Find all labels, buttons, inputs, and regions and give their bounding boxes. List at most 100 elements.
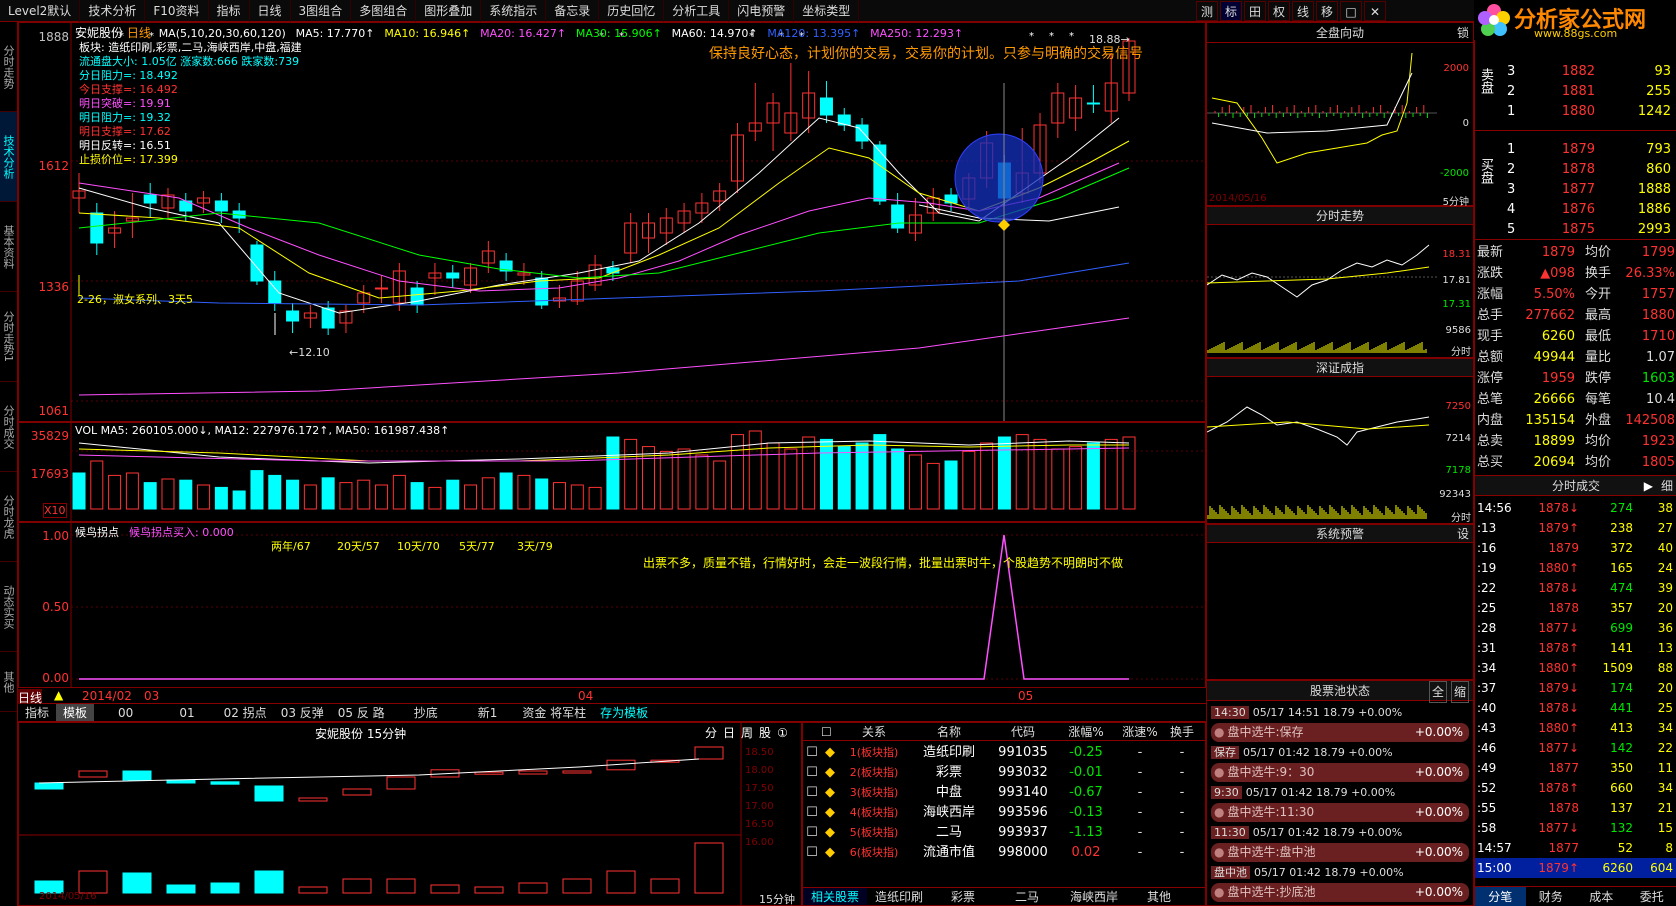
tab-fund-general[interactable]: 资金 将军柱 xyxy=(515,704,593,721)
row-checkbox[interactable]: ☐ xyxy=(803,743,821,763)
tab-paper-printing[interactable]: 造纸印刷 xyxy=(867,888,931,905)
pool-bar[interactable]: ● 盘中选牛:盘中池 +0.00% xyxy=(1211,843,1469,862)
intraday-panel[interactable]: 分时走势 18.31 17.81 17.31 9586 分时 xyxy=(1206,206,1474,358)
row-checkbox[interactable]: ☐ xyxy=(803,763,821,783)
tab-dragon-tiger[interactable]: 分时龙虎 xyxy=(0,472,17,562)
kline-panel[interactable]: * * * * * * * * * * 安妮股份 日线 MA(5,10,20,30,60,120)… xyxy=(18,22,1206,422)
tab-other-related[interactable]: 其他 xyxy=(1129,888,1189,905)
related-row[interactable]: ☐ ◆ 5(板块指) 二马 993937 -1.13 - - xyxy=(803,823,1205,843)
tab-orders[interactable]: 委托 xyxy=(1627,887,1676,906)
sub-15min-chart[interactable]: 18.50 18.00 17.50 17.00 16.50 16.00 xyxy=(19,723,801,905)
tab-strait-west[interactable]: 海峡西岸 xyxy=(1059,888,1129,905)
pool-bar[interactable]: ● 盘中选牛:9：30 +0.00% xyxy=(1211,763,1469,782)
row-checkbox[interactable]: ☐ xyxy=(803,843,821,863)
tab-lottery[interactable]: 彩票 xyxy=(931,888,995,905)
tab-05-road[interactable]: 05 反 路 xyxy=(331,704,392,721)
row-checkbox[interactable]: ☐ xyxy=(803,783,821,803)
grid-button[interactable]: 田 xyxy=(1244,0,1266,21)
pool-collapse-button[interactable]: 缩 xyxy=(1450,681,1469,703)
menu-analysis-tools[interactable]: 分析工具 xyxy=(664,0,730,22)
sub-chart-panel[interactable]: 18.50 18.00 17.50 17.00 16.50 16.00 安妮股份 15分钟… xyxy=(18,722,802,906)
alert-settings-button[interactable]: 设 xyxy=(1457,525,1469,543)
related-row[interactable]: ☐ ◆ 3(板块指) 中盘 993140 -0.67 - - xyxy=(803,783,1205,803)
menu-system-indicator[interactable]: 系统指示 xyxy=(481,0,547,22)
tab-tech-analysis[interactable]: 技术分析 xyxy=(0,112,17,202)
move-button[interactable]: 移 xyxy=(1316,0,1338,21)
tab-intraday[interactable]: 分时走势 xyxy=(0,22,17,112)
tab-other[interactable]: 其他 xyxy=(0,652,17,712)
menu-overlay[interactable]: 图形叠加 xyxy=(416,0,482,22)
system-alert-panel[interactable]: 系统预警 设 xyxy=(1206,524,1474,680)
pool-bar[interactable]: ● 盘中选牛:11:30 +0.00% xyxy=(1211,803,1469,822)
volume-chart[interactable] xyxy=(19,423,1205,521)
col-change[interactable]: 涨幅% xyxy=(1057,723,1115,740)
close-button[interactable]: ✕ xyxy=(1364,0,1386,21)
related-row[interactable]: ☐ ◆ 6(板块指) 流通市值 998000 0.02 - - xyxy=(803,843,1205,863)
menu-f10[interactable]: F10资料 xyxy=(145,0,209,22)
tab-00[interactable]: 00 xyxy=(94,706,157,720)
tab-new1[interactable]: 新1 xyxy=(460,704,516,721)
menu-multi-chart[interactable]: 多图组合 xyxy=(351,0,417,22)
lock-button[interactable]: 锁 xyxy=(1457,23,1469,43)
pool-all-button[interactable]: 全 xyxy=(1428,681,1447,703)
col-code[interactable]: 代码 xyxy=(989,723,1057,740)
tab-03-rebound[interactable]: 03 反弹 xyxy=(274,704,331,721)
menu-history[interactable]: 历史回忆 xyxy=(599,0,665,22)
ticks-detail-button[interactable]: 细 xyxy=(1661,476,1673,496)
tab-erma[interactable]: 二马 xyxy=(995,888,1059,905)
tab-cost[interactable]: 成本 xyxy=(1576,887,1627,906)
row-checkbox[interactable]: ☐ xyxy=(803,823,821,843)
maximize-button[interactable]: □ xyxy=(1340,0,1362,21)
menu-3chart[interactable]: 3图组合 xyxy=(291,0,352,22)
menu-axis-type[interactable]: 坐标类型 xyxy=(794,0,860,22)
ticks-next-icon[interactable]: ▶ xyxy=(1644,476,1653,496)
col-speed[interactable]: 涨速% xyxy=(1115,723,1165,740)
related-row[interactable]: ☐ ◆ 4(板块指) 海峡西岸 993596 -0.13 - - xyxy=(803,803,1205,823)
line-button[interactable]: 线 xyxy=(1292,0,1314,21)
sub-btn-info[interactable]: ① xyxy=(777,726,788,740)
tab-finance[interactable]: 财务 xyxy=(1526,887,1577,906)
tab-realtime-buy[interactable]: 动态实买 xyxy=(0,562,17,652)
menu-flash-alert[interactable]: 闪电预警 xyxy=(729,0,795,22)
measure-button[interactable]: 测 xyxy=(1196,0,1218,21)
menu-indicator[interactable]: 指标 xyxy=(209,0,250,22)
indicator-chart[interactable] xyxy=(19,523,1205,687)
select-all-checkbox[interactable]: ☐ xyxy=(821,723,839,740)
menu-level2[interactable]: Level2默认 xyxy=(0,0,81,22)
save-template-button[interactable]: 存为模板 xyxy=(593,704,655,721)
tab-related-stocks[interactable]: 相关股票 xyxy=(803,888,867,905)
col-relation[interactable]: 关系 xyxy=(839,723,909,740)
sub-btn-stock[interactable]: 股 xyxy=(759,726,771,740)
market-flow-panel[interactable]: 全盘向动 锁 2000 0 -2000 2014/05/16 5分钟 xyxy=(1206,22,1474,208)
tick-price: 1877↓ xyxy=(1538,741,1579,755)
tab-bottom[interactable]: 抄底 xyxy=(392,704,460,721)
menu-memo[interactable]: 备忘录 xyxy=(546,0,600,22)
sub-btn-week[interactable]: 周 xyxy=(741,726,753,740)
kline-chart[interactable]: * * * * * * * * * * xyxy=(19,23,1205,421)
rights-button[interactable]: 权 xyxy=(1268,0,1290,21)
pool-bar[interactable]: ● 盘中选牛:保存 +0.00% xyxy=(1211,723,1469,742)
tab-indicator[interactable]: 指标 xyxy=(18,704,56,721)
tab-intraday-1[interactable]: 分时走势1 xyxy=(0,292,17,382)
volume-panel[interactable]: VOL MA5: 260105.000↓, MA12: 227976.172↑,… xyxy=(18,422,1206,522)
menu-daily[interactable]: 日线 xyxy=(250,0,291,22)
menu-tech-analysis[interactable]: 技术分析 xyxy=(80,0,146,22)
tab-01[interactable]: 01 xyxy=(157,706,216,720)
tab-tick-trades[interactable]: 分时成交 xyxy=(0,382,17,472)
tab-02-turn[interactable]: 02 拐点 xyxy=(217,704,274,721)
sub-btn-day[interactable]: 日 xyxy=(723,726,735,740)
col-name[interactable]: 名称 xyxy=(909,723,989,740)
col-turnover[interactable]: 换手 xyxy=(1165,723,1199,740)
sub-btn-min[interactable]: 分 xyxy=(705,726,717,740)
indicator-panel[interactable]: 候鸟拐点 候鸟拐点买入: 0.000 两年/67 20天/57 10天/70 5… xyxy=(18,522,1206,688)
related-row[interactable]: ☐ ◆ 1(板块指) 造纸印刷 991035 -0.25 - - xyxy=(803,743,1205,763)
mark-button[interactable]: 标 xyxy=(1220,0,1242,21)
related-row[interactable]: ☐ ◆ 2(板块指) 彩票 993032 -0.01 - - xyxy=(803,763,1205,783)
row-checkbox[interactable]: ☐ xyxy=(803,803,821,823)
tab-ticks[interactable]: 分笔 xyxy=(1475,887,1526,906)
szse-index-panel[interactable]: 深证成指 7250 7214 7178 92343 分时 xyxy=(1206,358,1474,524)
tab-fundamentals[interactable]: 基本资料 xyxy=(0,202,17,292)
ticks-header: 分时成交 ▶ 细 xyxy=(1475,476,1676,496)
tab-template[interactable]: 模板 xyxy=(56,704,95,721)
pool-bar[interactable]: ● 盘中选牛:抄底池 +0.00% xyxy=(1211,883,1469,902)
